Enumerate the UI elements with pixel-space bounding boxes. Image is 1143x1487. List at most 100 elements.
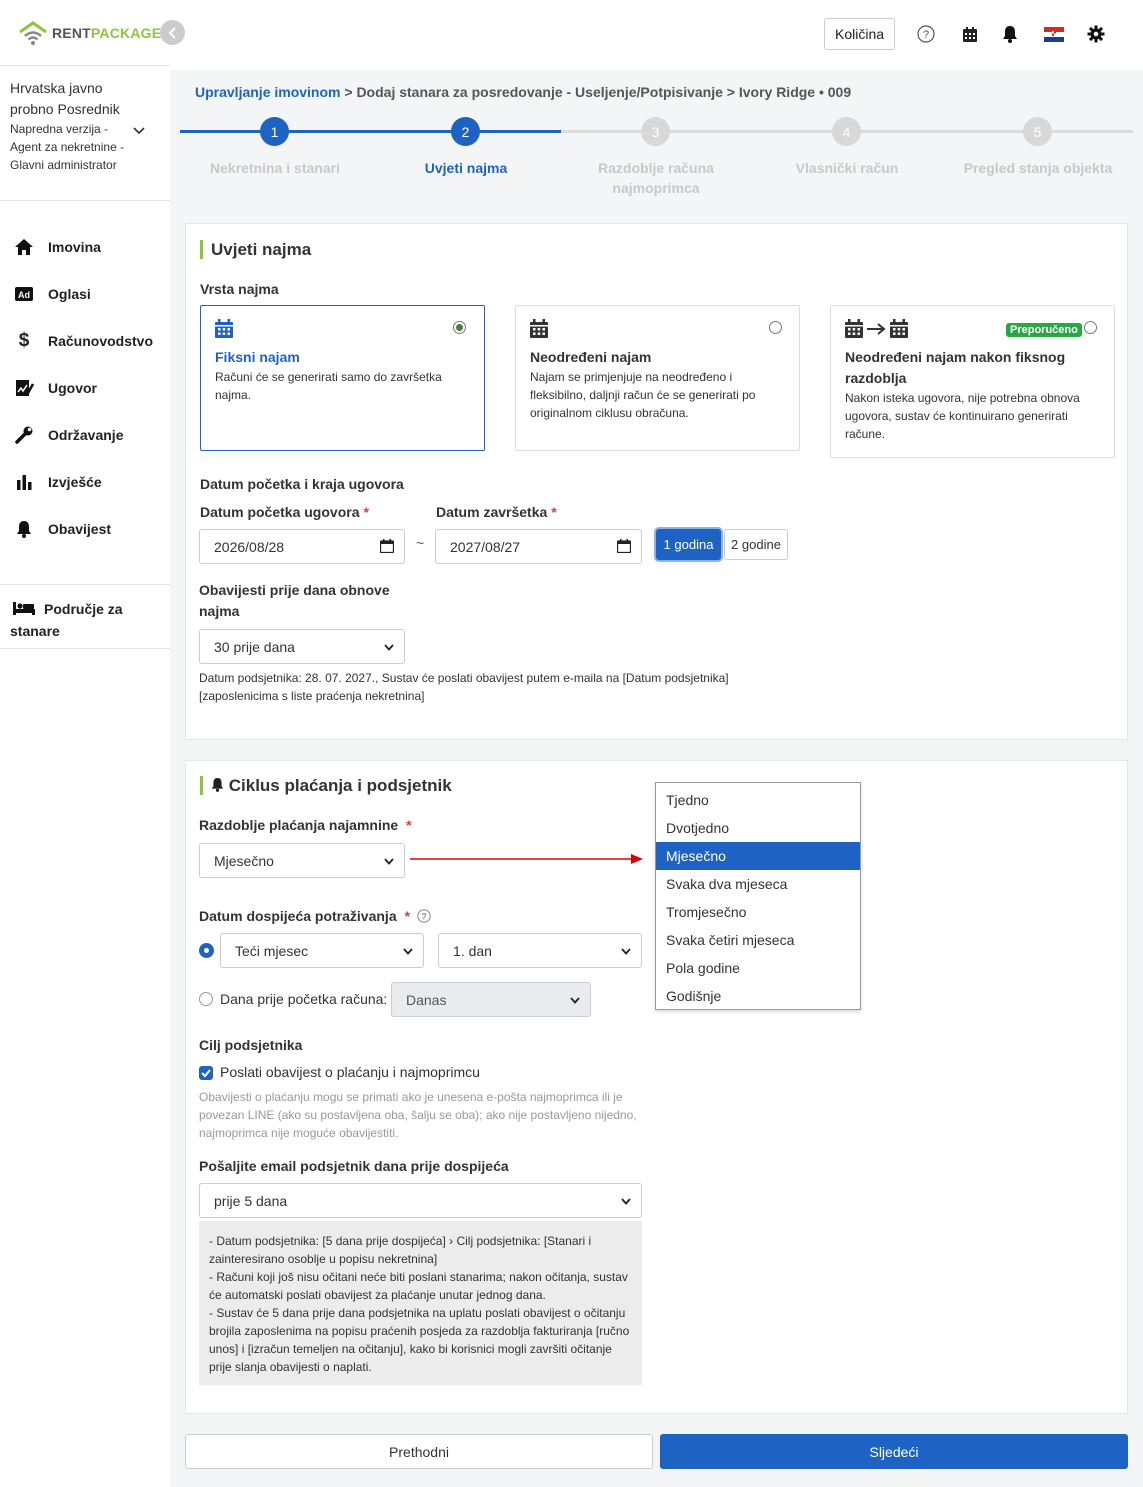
breadcrumb-root-link[interactable]: Upravljanje imovinom	[195, 84, 340, 100]
step-3-circle[interactable]: 3	[641, 117, 670, 146]
dropdown-option[interactable]: Tjedno	[656, 786, 860, 814]
dropdown-option[interactable]: Svaka dva mjeseca	[656, 870, 860, 898]
due-month-select[interactable]: Teći mjesec	[220, 933, 424, 968]
dropdown-option[interactable]: Dvotjedno	[656, 814, 860, 842]
days-before-select[interactable]: Danas	[391, 982, 591, 1017]
option-title: Neodređeni najam	[530, 349, 652, 365]
help-icon[interactable]: ?	[916, 24, 936, 44]
sidebar-item-ugovor[interactable]: Ugovor	[0, 364, 170, 411]
calendar-icon[interactable]	[960, 24, 980, 44]
home-icon	[14, 237, 34, 257]
chevron-down-icon	[403, 948, 413, 955]
end-date-value: 2027/08/27	[450, 538, 521, 555]
croatian-flag-icon[interactable]	[1044, 24, 1064, 44]
payment-period-select[interactable]: Mjesečno	[199, 843, 405, 878]
sidebar-item-label: Oglasi	[48, 285, 91, 302]
dropdown-option[interactable]: Tromjesečno	[656, 898, 860, 926]
progress-stepper: 1 Nekretnina i stanari 2 Uvjeti najma 3 …	[180, 116, 1133, 206]
sidebar-item-label: Računovodstvo	[48, 332, 154, 349]
renewal-notice-select[interactable]: 30 prije dana	[199, 629, 405, 664]
notify-tenant-checkbox[interactable]	[199, 1066, 213, 1080]
days-before-value: Danas	[406, 991, 447, 1008]
sidebar-item-racunovodstvo[interactable]: $ Računovodstvo	[0, 317, 170, 364]
sidebar-item-odrzavanje[interactable]: Održavanje	[0, 411, 170, 458]
lease-type-radio[interactable]	[453, 321, 466, 334]
contract-icon	[14, 378, 34, 398]
notification-bell-icon[interactable]	[1000, 24, 1020, 44]
dropdown-option-selected[interactable]: Mjesečno	[656, 842, 860, 870]
step-1-label: Nekretnina i stanari	[210, 160, 340, 176]
payment-cycle-title: Ciklus plaćanja i podsjetnik	[200, 776, 452, 795]
account-name: Hrvatska javno probno Posrednik	[10, 80, 120, 117]
sidebar-item-obavijest[interactable]: Obavijest	[0, 505, 170, 552]
dropdown-option[interactable]: Svaka četiri mjeseca	[656, 926, 860, 954]
dropdown-option[interactable]: Godišnje	[656, 982, 860, 1010]
end-date-input[interactable]: 2027/08/27	[435, 529, 642, 564]
option-title: Fiksni najam	[215, 349, 300, 365]
bell-icon	[211, 778, 224, 792]
checkmark-icon	[201, 1069, 211, 1078]
logo[interactable]: RENTPACKAGE	[18, 20, 161, 46]
lease-type-indefinite-after-fixed-option[interactable]: Preporučeno Neodređeni najam nakon fiksn…	[830, 305, 1115, 458]
two-years-button[interactable]: 2 godine	[724, 529, 788, 560]
sidebar-item-label: Ugovor	[48, 379, 97, 396]
calendar-picker-icon[interactable]	[380, 539, 394, 553]
lease-type-fixed-option[interactable]: Fiksni najam Računi će se generirati sam…	[200, 305, 485, 451]
sidebar-item-izvjesce[interactable]: Izvješće	[0, 458, 170, 505]
tenant-area-link[interactable]: Područje za stanare	[0, 584, 170, 649]
calendar-picker-icon[interactable]	[617, 539, 631, 553]
step-5-circle[interactable]: 5	[1023, 117, 1052, 146]
dollar-icon: $	[18, 329, 30, 351]
settings-gear-icon[interactable]	[1086, 24, 1106, 44]
chevron-down-icon	[570, 997, 580, 1004]
bar-chart-icon	[14, 472, 34, 492]
bell-icon	[14, 519, 34, 539]
help-icon[interactable]: ?	[417, 909, 431, 923]
account-switcher[interactable]: Hrvatska javno probno Posrednik Napredna…	[0, 65, 170, 201]
sidebar-item-label: Održavanje	[48, 426, 124, 443]
step-3-label: Razdoblje računa najmoprimca	[598, 160, 714, 196]
start-date-value: 2026/08/28	[214, 538, 285, 555]
sidebar-item-label: Izvješće	[48, 473, 102, 490]
bed-icon	[13, 602, 35, 615]
sidebar-item-oglasi[interactable]: Ad Oglasi	[0, 270, 170, 317]
payment-period-value: Mjesečno	[214, 852, 274, 869]
end-date-label: Datum završetka *	[436, 504, 557, 520]
info-line: - Sustav će 5 dana prije dana podsjetnik…	[209, 1306, 630, 1374]
sidebar: RENTPACKAGE Hrvatska javno probno Posred…	[0, 0, 170, 1487]
lease-type-radio[interactable]	[1084, 321, 1097, 334]
red-arrow-annotation	[410, 854, 643, 864]
email-reminder-select[interactable]: prije 5 dana	[199, 1183, 642, 1218]
start-date-input[interactable]: 2026/08/28	[199, 529, 405, 564]
step-2-circle[interactable]: 2	[451, 117, 480, 146]
step-1-circle[interactable]: 1	[260, 117, 289, 146]
payment-period-dropdown: Tjedno Dvotjedno Mjesečno Svaka dva mjes…	[655, 782, 861, 1010]
sidebar-item-imovina[interactable]: Imovina	[0, 223, 170, 270]
step-4-circle[interactable]: 4	[832, 117, 861, 146]
due-date-label: Datum dospijeća potraživanja * ?	[199, 906, 431, 927]
one-year-button[interactable]: 1 godina	[656, 529, 721, 560]
calendar-icon	[530, 319, 548, 338]
dropdown-option[interactable]: Pola godine	[656, 954, 860, 982]
quantity-button[interactable]: Količina	[824, 18, 895, 50]
days-before-radio[interactable]	[199, 992, 213, 1006]
email-reminder-value: prije 5 dana	[214, 1192, 288, 1209]
option-description: Najam se primjenjuje na neodređeno i fle…	[530, 370, 756, 420]
due-day-select[interactable]: 1. dan	[438, 933, 642, 968]
due-month-value: Teći mjesec	[235, 942, 309, 959]
chevron-down-icon	[621, 948, 631, 955]
chevron-down-icon[interactable]	[132, 124, 146, 138]
next-button[interactable]: Sljedeći	[660, 1434, 1128, 1469]
step-5-label: Pregled stanja objekta	[963, 160, 1113, 176]
wrench-icon	[14, 425, 34, 445]
stepper-line-complete	[180, 130, 561, 133]
email-reminder-label: Pošaljite email podsjetnik dana prije do…	[199, 1158, 509, 1174]
lease-type-indefinite-option[interactable]: Neodređeni najam Najam se primjenjuje na…	[515, 305, 800, 451]
due-current-month-radio[interactable]	[199, 943, 214, 958]
due-day-value: 1. dan	[453, 942, 492, 959]
previous-button[interactable]: Prethodni	[185, 1434, 653, 1469]
account-details: Napredna verzija - Agent za nekretnine -…	[10, 122, 125, 172]
reminder-target-label: Cilj podsjetnika	[199, 1037, 303, 1053]
lease-type-radio[interactable]	[769, 321, 782, 334]
collapse-sidebar-button[interactable]	[160, 20, 185, 45]
